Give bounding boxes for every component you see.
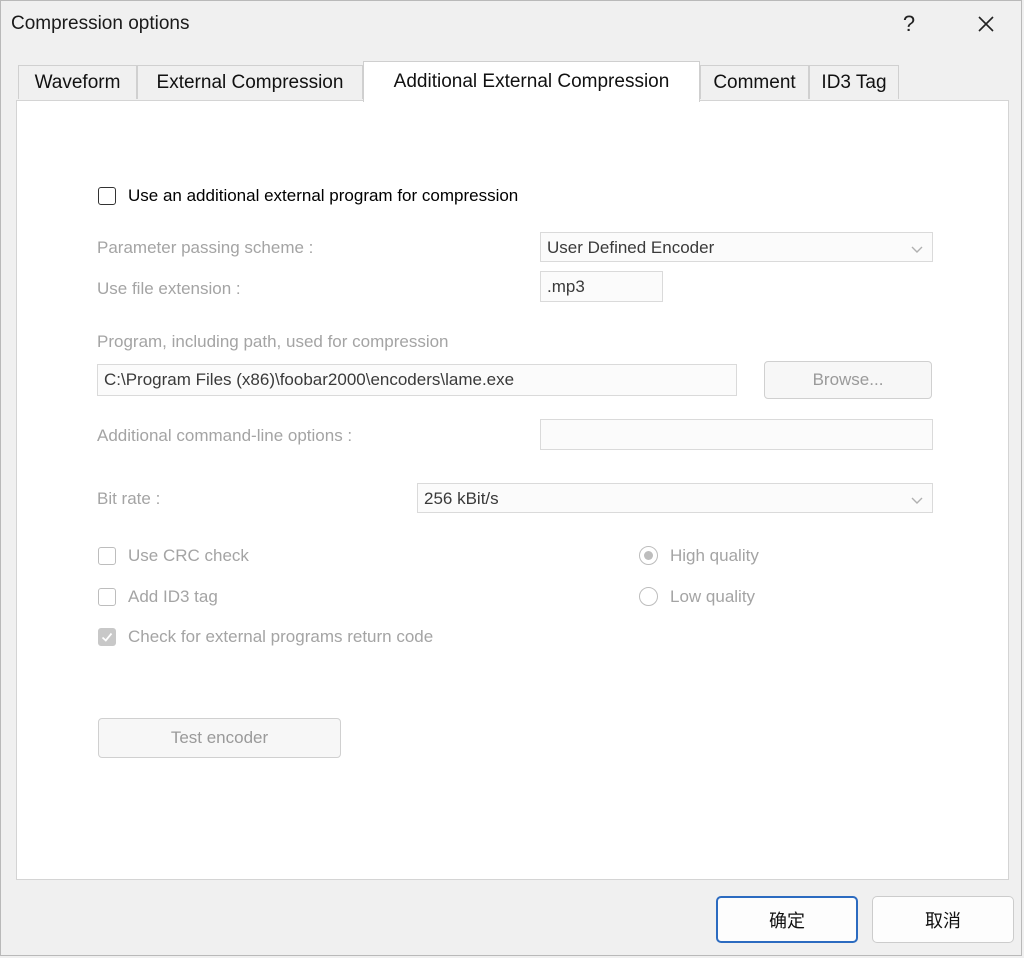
checkmark-icon [101,632,113,642]
param-scheme-label: Parameter passing scheme : [97,238,314,257]
file-extension-value: .mp3 [547,277,585,296]
tab-bar: Waveform External Compression Additional… [18,61,1008,102]
low-quality-label: Low quality [670,587,756,606]
chevron-down-icon [910,241,924,255]
chevron-down-icon [910,492,924,506]
low-quality-radio[interactable] [639,587,658,606]
tab-waveform[interactable]: Waveform [18,65,137,99]
cmdline-options-label: Additional command-line options : [97,426,353,445]
bit-rate-label: Bit rate : [97,489,161,508]
tab-additional-external-compression[interactable]: Additional External Compression [363,61,700,102]
high-quality-radio[interactable] [639,546,658,565]
tab-panel: Use an additional external program for c… [16,100,1009,880]
close-icon [977,9,995,40]
program-path-value: C:\Program Files (x86)\foobar2000\encode… [104,370,515,389]
add-id3-tag-checkbox[interactable] [98,588,116,606]
param-scheme-select[interactable]: User Defined Encoder [540,232,933,262]
bit-rate-value: 256 kBit/s [424,489,499,508]
file-extension-label: Use file extension : [97,279,241,298]
tab-comment[interactable]: Comment [700,65,809,99]
test-encoder-button[interactable]: Test encoder [98,718,341,758]
program-path-field[interactable]: C:\Program Files (x86)\foobar2000\encode… [97,364,737,396]
ok-button[interactable]: 确定 [716,896,858,943]
tab-external-compression[interactable]: External Compression [137,65,363,99]
program-path-label: Program, including path, used for compre… [97,332,449,351]
bit-rate-select[interactable]: 256 kBit/s [417,483,933,513]
use-additional-program-label: Use an additional external program for c… [128,186,519,205]
browse-button[interactable]: Browse... [764,361,932,399]
window-title: Compression options [11,13,190,34]
crc-check-checkbox[interactable] [98,547,116,565]
close-button[interactable] [956,1,1016,47]
file-extension-field[interactable]: .mp3 [540,271,663,302]
help-button[interactable]: ? [879,1,939,47]
use-additional-program-checkbox[interactable] [98,187,116,205]
tab-id3-tag[interactable]: ID3 Tag [809,65,899,99]
return-code-label: Check for external programs return code [128,627,434,646]
crc-check-label: Use CRC check [128,546,249,565]
add-id3-tag-label: Add ID3 tag [128,587,218,606]
cancel-button[interactable]: 取消 [872,896,1014,943]
title-bar: Compression options ? [1,1,1021,47]
return-code-checkbox[interactable] [98,628,116,646]
param-scheme-value: User Defined Encoder [547,238,715,257]
dialog-window: Compression options ? Waveform External … [0,0,1022,956]
high-quality-label: High quality [670,546,759,565]
cmdline-options-field[interactable] [540,419,933,450]
